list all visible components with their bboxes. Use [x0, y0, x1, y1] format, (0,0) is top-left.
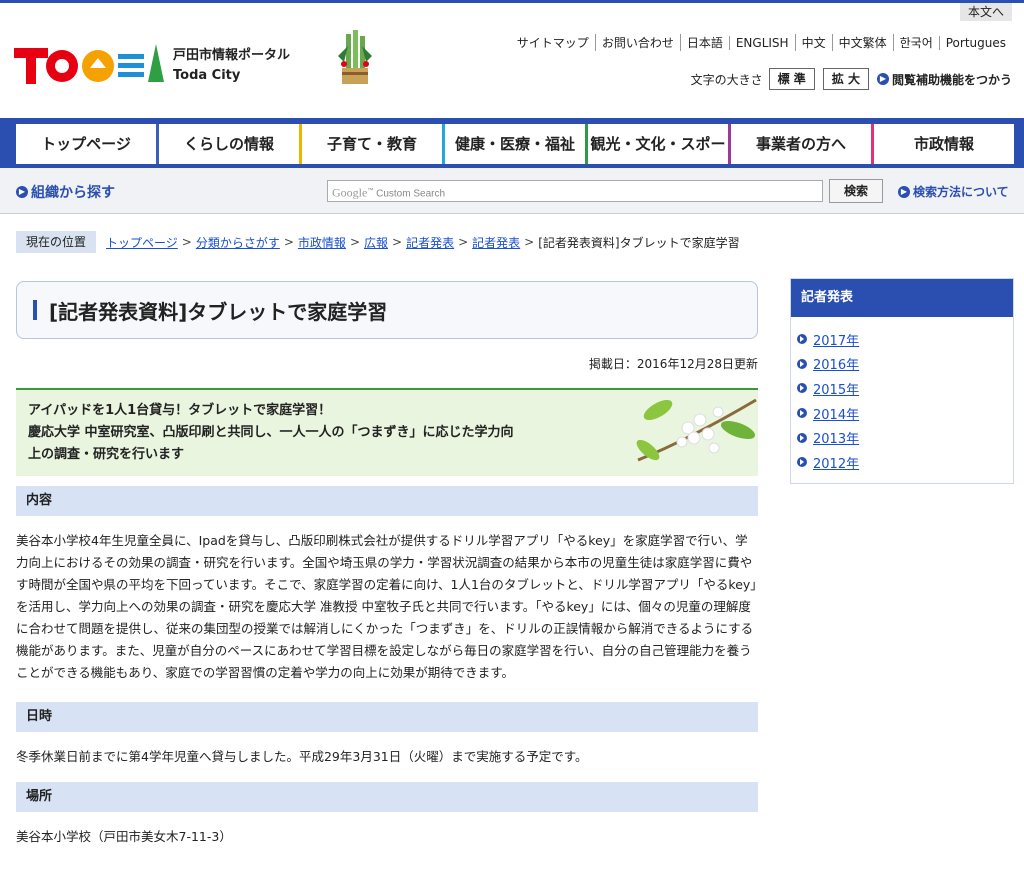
breadcrumb-link-city-info[interactable]: 市政情報	[298, 234, 346, 251]
sidebar-item-2017: 2017年	[797, 327, 1013, 352]
lead-line-1: アイパッドを1人1台貸与！タブレットで家庭学習！	[28, 403, 332, 418]
lang-japanese-link[interactable]: 日本語	[679, 34, 729, 51]
search-help-link[interactable]: ▶ 検索方法について	[898, 183, 1009, 200]
sidebar-heading: 記者発表	[791, 279, 1013, 317]
search-bar: ▶ 組織から探す Google™ Custom Search 検索 ▶ 検索方法…	[0, 168, 1024, 214]
sidebar-item-2013: 2013年	[797, 425, 1013, 450]
breadcrumb-here-label: 現在の位置	[16, 231, 97, 253]
breadcrumb-link-category[interactable]: 分類からさがす	[196, 234, 280, 251]
sidebar-link-2016[interactable]: 2016年	[813, 354, 859, 373]
sidebar-link-2015[interactable]: 2015年	[813, 379, 859, 398]
arrow-circle-icon: ▶	[16, 186, 28, 198]
arrow-circle-icon	[797, 408, 807, 419]
accessibility-link[interactable]: ▶ 閲覧補助機能をつかう	[876, 71, 1012, 88]
title-accent-bar	[33, 300, 37, 320]
contact-link[interactable]: お問い合わせ	[594, 34, 680, 51]
search-placeholder: Custom Search	[376, 188, 446, 200]
search-button[interactable]: 検索	[829, 179, 883, 203]
sidebar-item-2015: 2015年	[797, 376, 1013, 401]
sidebar-item-2012: 2012年	[797, 450, 1013, 475]
font-size-label: 文字の大きさ	[690, 72, 763, 87]
toda-city-logo[interactable]	[14, 38, 164, 88]
flower-decoration-icon	[636, 398, 757, 462]
skip-to-content-link[interactable]: 本文へ	[959, 3, 1012, 21]
lead-line-3: 上の調査・研究を行います	[28, 447, 185, 462]
sidebar-item-2016: 2016年	[797, 352, 1013, 377]
lead-line-2: 慶応大学 中室研究室、凸版印刷と共同し、一人一人の「つまずき」に応じた学力向	[28, 425, 514, 440]
utility-links: サイトマップ お問い合わせ 日本語 ENGLISH 中文 中文繁体 한국어 Po…	[511, 34, 1012, 51]
top-accent-bar	[0, 0, 1024, 3]
breadcrumb-link-press[interactable]: 記者発表	[406, 234, 454, 251]
global-nav: トップページ くらしの情報 子育て・教育 健康・医療・福祉 観光・文化・スポーツ…	[16, 124, 1014, 193]
sidebar-item-2014: 2014年	[797, 401, 1013, 426]
main-content: [記者発表資料]タブレットで家庭学習 掲載日：2016年12月28日更新 アイパ…	[16, 281, 758, 848]
arrow-circle-icon: ▶	[876, 73, 889, 85]
sidebar-link-2017[interactable]: 2017年	[813, 330, 859, 349]
arrow-circle-icon	[797, 457, 807, 468]
sidebar-link-2014[interactable]: 2014年	[813, 404, 859, 423]
arrow-circle-icon	[797, 383, 807, 394]
font-large-button[interactable]: 拡 大	[822, 68, 869, 90]
nav-top-page[interactable]: トップページ	[16, 124, 159, 164]
nav-city-info[interactable]: 市政情報	[874, 124, 1014, 164]
arrow-circle-icon	[797, 432, 807, 443]
search-input[interactable]: Google™ Custom Search	[327, 180, 823, 202]
lang-portuguese-link[interactable]: Portugues	[938, 35, 1012, 50]
section-heading-location: 場所	[16, 782, 758, 812]
kadomatsu-decoration-icon	[338, 30, 372, 84]
sidebar-year-list: 2017年 2016年 2015年 2014年 2013年 2012年	[791, 317, 1013, 483]
sitemap-link[interactable]: サイトマップ	[511, 34, 595, 51]
sidebar-press-releases: 記者発表 2017年 2016年 2015年 2014年 2013年 2012年	[790, 278, 1014, 484]
section-body-datetime: 冬季休業日前までに第4学年児童へ貸与しました。平成29年3月31日（火曜）まで実…	[16, 749, 588, 764]
lang-korean-link[interactable]: 한국어	[892, 34, 939, 51]
global-nav-bar: トップページ くらしの情報 子育て・教育 健康・医療・福祉 観光・文化・スポーツ…	[0, 118, 1024, 193]
site-subtitle: Toda City	[173, 68, 241, 83]
nav-health-welfare[interactable]: 健康・医療・福祉	[445, 124, 588, 164]
lead-text: アイパッドを1人1台貸与！タブレットで家庭学習！ 慶応大学 中室研究室、凸版印刷…	[28, 400, 648, 466]
search-help-label: 検索方法について	[913, 185, 1009, 199]
lang-chinese-link[interactable]: 中文	[794, 34, 832, 51]
section-body-location: 美谷本小学校（戸田市美女木7-11-3）	[16, 829, 232, 844]
breadcrumb-link-pr[interactable]: 広報	[364, 234, 388, 251]
updated-date: 掲載日：2016年12月28日更新	[588, 357, 758, 371]
breadcrumb: 現在の位置 トップページ > 分類からさがす > 市政情報 > 広報 > 記者発表 > 記…	[16, 231, 740, 253]
lang-chinese-traditional-link[interactable]: 中文繁体	[831, 34, 893, 51]
font-standard-button[interactable]: 標 準	[768, 68, 815, 90]
section-body-content: 美谷本小学校4年生児童全員に、Ipadを貸与し、凸版印刷株式会社が提供するドリル…	[16, 533, 757, 680]
arrow-circle-icon	[797, 358, 807, 369]
org-search-label: 組織から探す	[31, 185, 115, 201]
page-title-box: [記者発表資料]タブレットで家庭学習	[16, 281, 758, 339]
nav-living-info[interactable]: くらしの情報	[159, 124, 302, 164]
breadcrumb-current: [記者発表資料]タブレットで家庭学習	[538, 235, 740, 250]
accessibility-label: 閲覧補助機能をつかう	[891, 72, 1012, 87]
breadcrumb-link-press-2[interactable]: 記者発表	[472, 234, 520, 251]
nav-childcare-education[interactable]: 子育て・教育	[302, 124, 445, 164]
section-heading-datetime: 日時	[16, 702, 758, 732]
section-heading-content: 内容	[16, 486, 758, 516]
lead-banner: アイパッドを1人1台貸与！タブレットで家庭学習！ 慶応大学 中室研究室、凸版印刷…	[16, 388, 758, 476]
arrow-circle-icon	[797, 334, 807, 345]
arrow-circle-icon: ▶	[898, 185, 910, 198]
sidebar-link-2013[interactable]: 2013年	[813, 428, 859, 447]
lang-english-link[interactable]: ENGLISH	[728, 35, 795, 50]
breadcrumb-link-top[interactable]: トップページ	[106, 234, 178, 251]
sidebar-link-2012[interactable]: 2012年	[813, 453, 859, 472]
nav-business[interactable]: 事業者の方へ	[731, 124, 874, 164]
font-size-controls: 文字の大きさ 標 準 拡 大 ▶ 閲覧補助機能をつかう	[691, 68, 1012, 90]
page-title: [記者発表資料]タブレットで家庭学習	[49, 299, 388, 324]
site-title: 戸田市情報ポータル	[173, 48, 291, 63]
nav-tourism-culture-sports[interactable]: 観光・文化・スポーツ	[588, 124, 731, 193]
org-search-link[interactable]: ▶ 組織から探す	[16, 182, 115, 202]
